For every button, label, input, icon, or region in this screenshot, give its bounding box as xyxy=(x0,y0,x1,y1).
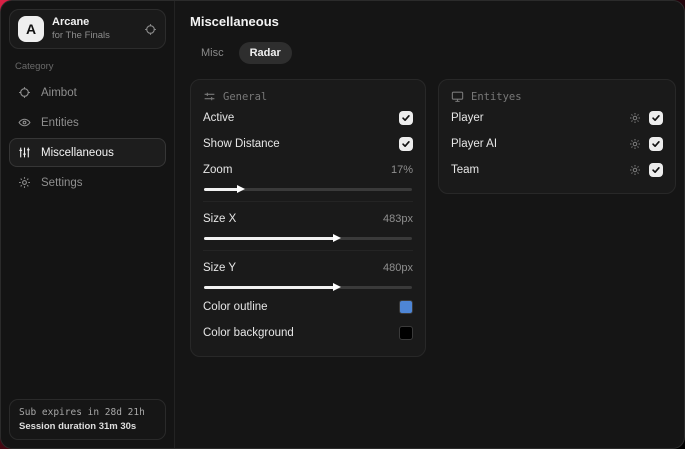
player-ai-checkbox[interactable] xyxy=(649,137,663,151)
desktop-background: A Arcane for The Finals Category Aimbot … xyxy=(0,0,685,449)
gear-icon[interactable] xyxy=(629,112,641,124)
sliders-icon xyxy=(18,146,31,159)
slider-thumb[interactable] xyxy=(333,234,342,242)
show-distance-checkbox[interactable] xyxy=(399,137,413,151)
zoom-slider[interactable] xyxy=(204,184,412,194)
sidebar-item-miscellaneous[interactable]: Miscellaneous xyxy=(9,138,166,167)
check-icon xyxy=(402,141,410,147)
size-x-value: 483px xyxy=(383,213,413,225)
player-checkbox[interactable] xyxy=(649,111,663,125)
sidebar-item-entities[interactable]: Entities xyxy=(9,108,166,137)
monitor-icon xyxy=(451,90,464,103)
sidebar-nav: Aimbot Entities Miscellaneous Settings xyxy=(9,78,166,198)
gear-icon[interactable] xyxy=(629,138,641,150)
slider-group-zoom: Zoom 17% xyxy=(203,159,413,194)
brand-card: A Arcane for The Finals xyxy=(9,9,166,49)
main-content: Miscellaneous Misc Radar General Active … xyxy=(175,1,684,448)
check-icon xyxy=(652,167,660,173)
slider-group-size-y: Size Y 480px xyxy=(203,250,413,292)
crosshair-icon xyxy=(18,86,31,99)
slider-thumb[interactable] xyxy=(333,283,342,291)
entity-row-player-ai: Player AI xyxy=(451,133,663,155)
sub-expires-text: Sub expires in 28d 21h xyxy=(19,407,145,418)
tab-bar: Misc Radar xyxy=(190,42,676,64)
zoom-value: 17% xyxy=(390,164,413,176)
color-row-background: Color background xyxy=(203,322,413,344)
team-checkbox[interactable] xyxy=(649,163,663,177)
session-duration-text: Session duration 31m 30s xyxy=(19,421,137,432)
brand-logo: A xyxy=(18,16,44,42)
entities-card: Entityes Player Player AI Team xyxy=(438,79,676,194)
check-icon xyxy=(402,115,410,121)
color-background-swatch[interactable] xyxy=(399,326,413,340)
sidebar-item-settings[interactable]: Settings xyxy=(9,168,166,197)
app-window: A Arcane for The Finals Category Aimbot … xyxy=(0,0,685,449)
slider-thumb[interactable] xyxy=(237,185,246,193)
session-box: Sub expires in 28d 21h Session duration … xyxy=(9,399,166,440)
entity-row-player: Player xyxy=(451,107,663,129)
toggle-row-active: Active xyxy=(203,107,413,129)
cards-row: General Active Show Distance Zoom 17% Si… xyxy=(190,79,676,357)
crosshair-icon[interactable] xyxy=(144,23,157,36)
gear-icon xyxy=(18,176,31,189)
size-x-slider[interactable] xyxy=(204,233,412,243)
sidebar-item-aimbot[interactable]: Aimbot xyxy=(9,78,166,107)
sidebar-item-label: Miscellaneous xyxy=(41,146,114,159)
entity-row-team: Team xyxy=(451,159,663,181)
sliders-horizontal-icon xyxy=(203,90,216,103)
page-title: Miscellaneous xyxy=(190,14,279,29)
brand-subtitle: for The Finals xyxy=(52,29,110,41)
size-y-value: 480px xyxy=(383,262,413,274)
color-row-outline: Color outline xyxy=(203,296,413,318)
card-title: Entityes xyxy=(471,90,522,103)
size-y-slider[interactable] xyxy=(204,282,412,292)
sidebar: A Arcane for The Finals Category Aimbot … xyxy=(1,1,175,448)
card-title: General xyxy=(223,90,268,103)
active-checkbox[interactable] xyxy=(399,111,413,125)
gear-icon[interactable] xyxy=(629,164,641,176)
color-outline-swatch[interactable] xyxy=(399,300,413,314)
sidebar-item-label: Settings xyxy=(41,176,83,189)
category-label: Category xyxy=(15,61,54,72)
tab-misc[interactable]: Misc xyxy=(190,42,235,64)
slider-group-size-x: Size X 483px xyxy=(203,201,413,243)
eye-icon xyxy=(18,116,31,129)
check-icon xyxy=(652,141,660,147)
toggle-row-show-distance: Show Distance xyxy=(203,133,413,155)
general-card: General Active Show Distance Zoom 17% Si… xyxy=(190,79,426,357)
sidebar-item-label: Entities xyxy=(41,116,79,129)
check-icon xyxy=(652,115,660,121)
sidebar-item-label: Aimbot xyxy=(41,86,77,99)
tab-radar[interactable]: Radar xyxy=(238,42,292,64)
brand-name: Arcane xyxy=(52,16,90,29)
